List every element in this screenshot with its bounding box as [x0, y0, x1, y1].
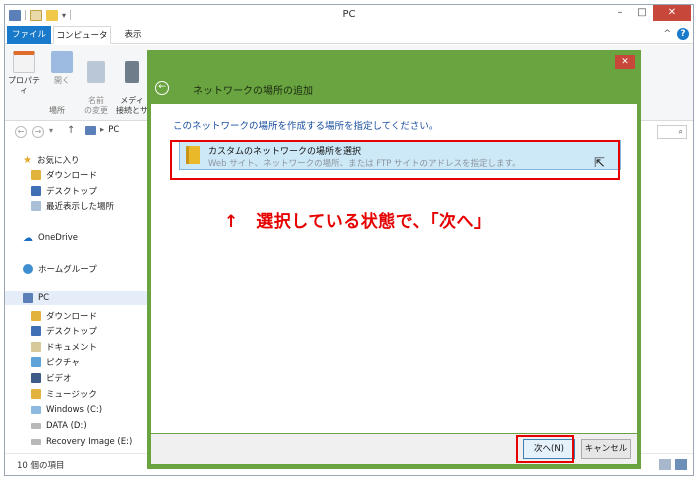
nav-label: Recovery Image (E:) [46, 437, 133, 447]
nav-pc-windows-drive[interactable]: Windows (C:) [31, 403, 102, 417]
nav-label: デスクトップ [46, 327, 98, 337]
search-icon: ⌕ [678, 127, 683, 136]
drive-icon [31, 439, 41, 445]
properties-icon [13, 51, 35, 73]
nav-label: OneDrive [38, 233, 78, 243]
next-button-highlight-box [516, 435, 574, 463]
open-icon [51, 51, 73, 73]
rename-label: 名前 の変更 [84, 96, 108, 115]
pc-icon [85, 125, 96, 135]
nav-pc-pictures[interactable]: ピクチャ [31, 355, 80, 369]
dialog-close-button[interactable]: ✕ [615, 55, 635, 69]
pictures-icon [31, 357, 41, 367]
tab-view[interactable]: 表示 [115, 26, 151, 44]
nav-label: ダウンロード [46, 171, 98, 181]
nav-label: ビデオ [46, 374, 72, 384]
window-title: PC [342, 9, 356, 20]
details-view-icon[interactable] [659, 459, 671, 470]
media-server-label: メディ 接続とサ [116, 96, 148, 115]
item-count: 10 個の項目 [17, 461, 65, 471]
properties-label: プロパティ [8, 76, 40, 95]
breadcrumb-pc[interactable]: PC [108, 125, 119, 135]
drive-icon [31, 423, 41, 429]
navigation-pane: ★ お気に入り ダウンロード デスクトップ 最近表示した場所 ☁ OneDriv… [5, 145, 155, 457]
nav-label: DATA (D:) [46, 421, 87, 431]
title-bar: ▾ PC – □ ✕ [5, 5, 693, 25]
option-highlight-box [170, 140, 620, 180]
nav-label: ダウンロード [46, 312, 98, 322]
window-controls: – □ ✕ [609, 5, 691, 21]
desktop-icon [31, 326, 41, 336]
nav-label: ドキュメント [46, 343, 98, 353]
documents-icon [31, 342, 41, 352]
open-label: 開く [54, 76, 70, 85]
media-server-button[interactable]: メディ 接続とサ [115, 51, 149, 116]
nav-label: デスクトップ [46, 187, 98, 197]
forward-button[interactable]: → [32, 126, 44, 138]
nav-pc[interactable]: PC [23, 291, 49, 305]
recent-places-icon [31, 201, 41, 211]
nav-label: ホームグループ [38, 265, 97, 275]
rename-icon [87, 61, 105, 83]
dialog-back-button[interactable]: ← [155, 81, 169, 95]
add-network-location-dialog: ✕ ← ネットワークの場所の追加 このネットワークの場所を作成する場所を指定して… [147, 50, 641, 469]
nav-label: PC [38, 293, 50, 303]
nav-favorites-desktop[interactable]: デスクトップ [31, 184, 97, 198]
nav-onedrive[interactable]: ☁ OneDrive [23, 231, 78, 245]
instruction-text: このネットワークの場所を作成する場所を指定してください。 [173, 121, 439, 132]
media-server-icon [125, 61, 139, 83]
collapse-ribbon-icon[interactable]: ^ [663, 29, 671, 39]
close-button[interactable]: ✕ [653, 5, 691, 21]
help-icon[interactable]: ? [677, 28, 689, 40]
desktop-icon [31, 186, 41, 196]
tab-file[interactable]: ファイル [7, 26, 51, 44]
nav-pc-videos[interactable]: ビデオ [31, 371, 72, 385]
nav-label: 最近表示した場所 [46, 202, 115, 212]
properties-button[interactable]: プロパティ [7, 51, 41, 96]
star-icon: ★ [23, 154, 32, 166]
homegroup-icon [23, 264, 33, 274]
ribbon-tabs: ファイル コンピューター 表示 ^ ? [5, 26, 693, 59]
annotation-text: ↑ 選択している状態で、「次へ」 [224, 212, 492, 232]
minimize-button[interactable]: – [609, 5, 631, 21]
nav-favorites-recent-places[interactable]: 最近表示した場所 [31, 199, 114, 213]
location-group-label: 場所 [49, 106, 65, 115]
up-button[interactable]: ↑ [67, 125, 75, 136]
music-icon [31, 389, 41, 399]
breadcrumb[interactable]: ▸ PC [85, 125, 119, 135]
nav-label: お気に入り [36, 156, 80, 166]
windows-drive-icon [31, 406, 41, 414]
nav-pc-documents[interactable]: ドキュメント [31, 340, 97, 354]
rename-button[interactable]: 名前 の変更 [79, 51, 113, 116]
breadcrumb-separator: ▸ [100, 125, 105, 135]
nav-label: Windows (C:) [46, 405, 103, 415]
cloud-icon: ☁ [23, 232, 33, 244]
dialog-header: ← ネットワークの場所の追加 [147, 72, 641, 106]
ribbon-controls: ^ ? [663, 28, 689, 40]
pc-icon [23, 293, 33, 303]
nav-pc-data-drive[interactable]: DATA (D:) [31, 419, 87, 433]
nav-pc-desktop[interactable]: デスクトップ [31, 324, 97, 338]
nav-label: ミュージック [46, 390, 97, 400]
open-button[interactable]: 開く [45, 51, 79, 86]
nav-label: ピクチャ [46, 358, 80, 368]
search-box[interactable]: ⌕ [657, 125, 687, 139]
nav-pc-recovery-drive[interactable]: Recovery Image (E:) [31, 435, 132, 449]
tab-computer[interactable]: コンピューター [53, 26, 111, 59]
nav-favorites-downloads[interactable]: ダウンロード [31, 168, 97, 182]
nav-homegroup[interactable]: ホームグループ [23, 262, 97, 276]
videos-icon [31, 373, 41, 383]
back-button[interactable]: ← [15, 126, 27, 138]
dialog-title: ネットワークの場所の追加 [193, 86, 313, 97]
nav-pc-music[interactable]: ミュージック [31, 387, 97, 401]
large-icons-view-icon[interactable] [675, 459, 687, 470]
nav-pc-downloads[interactable]: ダウンロード [31, 309, 97, 323]
cancel-button[interactable]: キャンセル [581, 439, 631, 459]
nav-favorites[interactable]: ★ お気に入り [23, 153, 79, 167]
recent-locations-icon[interactable]: ▾ [49, 126, 53, 135]
downloads-folder-icon [31, 170, 41, 180]
view-switcher [659, 459, 687, 470]
maximize-button[interactable]: □ [631, 5, 653, 21]
downloads-folder-icon [31, 311, 41, 321]
